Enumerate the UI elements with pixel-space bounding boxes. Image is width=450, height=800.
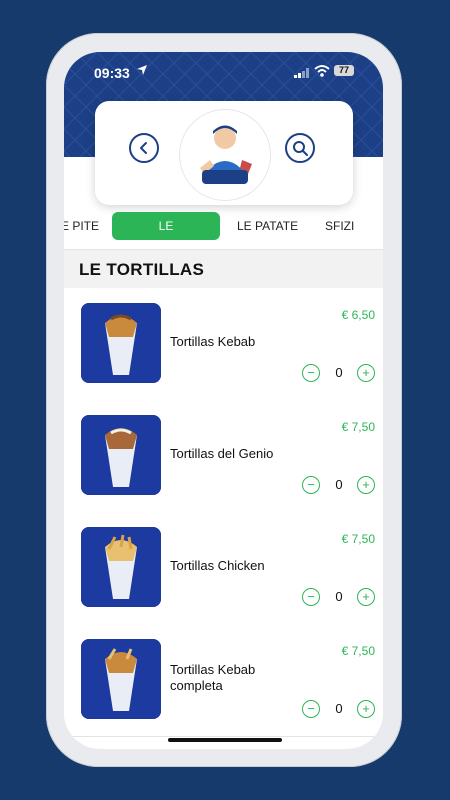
location-arrow-icon bbox=[137, 65, 147, 75]
increase-quantity-button[interactable]: + bbox=[357, 476, 375, 494]
product-name: Tortillas Chicken bbox=[170, 558, 265, 573]
quantity-value: 0 bbox=[335, 477, 343, 492]
tab-tortillas[interactable]: LE TORTILLAS bbox=[112, 212, 220, 261]
cellular-signal-icon bbox=[294, 68, 309, 78]
product-image bbox=[81, 415, 161, 495]
back-button[interactable] bbox=[129, 133, 159, 163]
section-header: LE TORTILLAS bbox=[64, 250, 383, 288]
header-card bbox=[95, 101, 353, 205]
product-item[interactable]: Tortillas Kebab € 6,50 − 0 + bbox=[64, 288, 383, 401]
wrap-image bbox=[81, 303, 161, 383]
product-item[interactable]: Tortillas Kebab completa € 7,50 − 0 + bbox=[64, 624, 383, 737]
product-price: € 7,50 bbox=[341, 532, 375, 546]
product-name: Tortillas Kebab completa bbox=[170, 662, 256, 693]
battery-indicator: 77 bbox=[334, 65, 354, 76]
product-image bbox=[81, 639, 161, 719]
category-tabs: E PITE LE TORTILLAS LE PATATE SFIZI bbox=[64, 212, 383, 261]
tab-pite[interactable]: E PITE bbox=[64, 212, 99, 240]
increase-quantity-button[interactable]: + bbox=[357, 700, 375, 718]
increase-quantity-button[interactable]: + bbox=[357, 364, 375, 382]
product-name: Tortillas Kebab bbox=[170, 334, 256, 349]
home-indicator bbox=[168, 738, 282, 742]
decrease-quantity-button[interactable]: − bbox=[302, 364, 320, 382]
increase-quantity-button[interactable]: + bbox=[357, 588, 375, 606]
search-button[interactable] bbox=[285, 133, 315, 163]
product-price: € 6,50 bbox=[341, 308, 375, 322]
section-title: LE TORTILLAS bbox=[79, 260, 205, 279]
product-item[interactable]: Tortillas Chicken € 7,50 − 0 + bbox=[64, 512, 383, 625]
brand-logo bbox=[179, 109, 271, 201]
quantity-value: 0 bbox=[335, 701, 343, 716]
chevron-left-icon bbox=[140, 142, 147, 154]
product-price: € 7,50 bbox=[341, 420, 375, 434]
search-icon bbox=[293, 141, 308, 156]
quantity-value: 0 bbox=[335, 589, 343, 604]
product-item[interactable]: Tortillas del Genio € 7,50 − 0 + bbox=[64, 400, 383, 513]
wifi-icon bbox=[314, 65, 330, 77]
product-price: € 7,50 bbox=[341, 644, 375, 658]
tab-sfizi[interactable]: SFIZI bbox=[325, 212, 354, 240]
app-screen: 09:33 77 E PITE LE LE PATATE SFIZI LE TO… bbox=[64, 52, 383, 749]
wrap-image bbox=[81, 527, 161, 607]
decrease-quantity-button[interactable]: − bbox=[302, 476, 320, 494]
mascot-logo-image bbox=[181, 111, 269, 199]
decrease-quantity-button[interactable]: − bbox=[302, 700, 320, 718]
product-name: Tortillas del Genio bbox=[170, 446, 274, 461]
wrap-image bbox=[81, 415, 161, 495]
wrap-image bbox=[81, 639, 161, 719]
quantity-value: 0 bbox=[335, 365, 343, 380]
status-bar: 09:33 77 bbox=[64, 52, 383, 92]
decrease-quantity-button[interactable]: − bbox=[302, 588, 320, 606]
product-image bbox=[81, 527, 161, 607]
product-image bbox=[81, 303, 161, 383]
status-time: 09:33 bbox=[94, 65, 130, 81]
tab-patate[interactable]: LE PATATE bbox=[237, 212, 298, 240]
